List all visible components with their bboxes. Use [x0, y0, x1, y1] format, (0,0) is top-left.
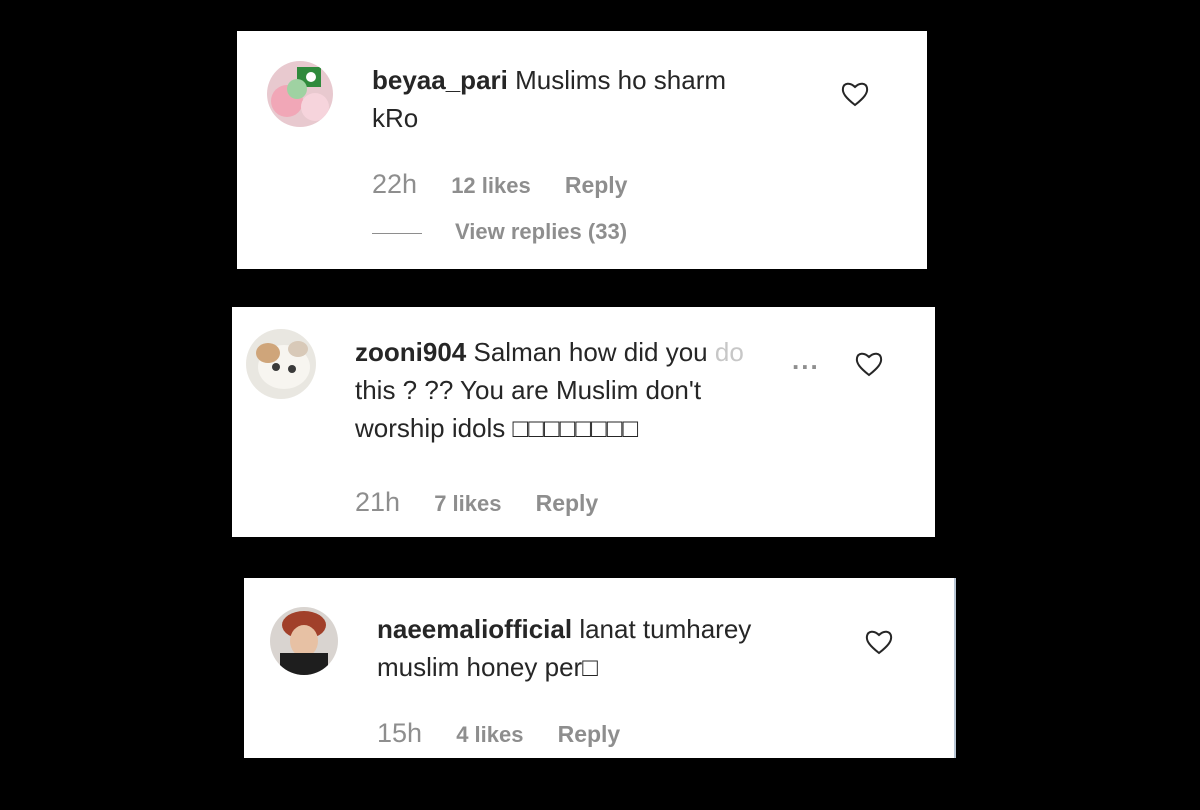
more-button[interactable]: ...	[792, 345, 820, 376]
view-replies-button[interactable]: View replies (33)	[455, 219, 627, 245]
comment-meta: 21h 7 likes Reply	[355, 487, 598, 518]
timestamp[interactable]: 15h	[377, 718, 422, 748]
avatar[interactable]	[267, 61, 333, 127]
timestamp[interactable]: 22h	[372, 169, 417, 199]
heart-icon[interactable]	[840, 80, 870, 108]
comment-card: beyaa_pari Muslims ho sharm kRo 22h 12 l…	[237, 31, 927, 269]
comment-text: lanat tumharey	[579, 614, 752, 644]
comment-text-line2: muslim honey per□	[377, 652, 598, 682]
divider-line	[372, 233, 422, 234]
reply-button[interactable]: Reply	[536, 490, 599, 516]
comment-text-line3: worship idols □□□□□□□□	[355, 413, 639, 443]
comment-card: naeemaliofficial lanat tumharey muslim h…	[244, 578, 956, 758]
username[interactable]: naeemaliofficial	[377, 614, 572, 644]
likes-count[interactable]: 12 likes	[451, 173, 531, 198]
comment-body: beyaa_pari Muslims ho sharm kRo	[372, 61, 792, 137]
heart-icon[interactable]	[864, 628, 894, 656]
username[interactable]: beyaa_pari	[372, 65, 508, 95]
likes-count[interactable]: 4 likes	[456, 722, 523, 747]
avatar[interactable]	[246, 329, 316, 399]
comment-meta: 22h 12 likes Reply	[372, 169, 627, 200]
comment-text-line2: kRo	[372, 103, 419, 133]
comment-text: Muslims ho sharm	[515, 65, 727, 95]
avatar[interactable]	[270, 607, 338, 675]
comment-meta: 15h 4 likes Reply	[377, 718, 620, 749]
heart-icon[interactable]	[854, 350, 884, 378]
comment-card: zooni904 Salman how did you do this ? ??…	[232, 307, 935, 537]
username[interactable]: zooni904	[355, 337, 466, 367]
comment-text-faded: do	[714, 337, 744, 367]
likes-count[interactable]: 7 likes	[434, 491, 501, 516]
comment-text-line2: this ? ?? You are Muslim don't	[355, 375, 702, 405]
comment-body: naeemaliofficial lanat tumharey muslim h…	[377, 610, 817, 686]
reply-button[interactable]: Reply	[558, 721, 621, 747]
reply-button[interactable]: Reply	[565, 172, 628, 198]
comment-body: zooni904 Salman how did you do this ? ??…	[355, 333, 835, 447]
comment-text: Salman how did you	[473, 337, 708, 367]
timestamp[interactable]: 21h	[355, 487, 400, 517]
